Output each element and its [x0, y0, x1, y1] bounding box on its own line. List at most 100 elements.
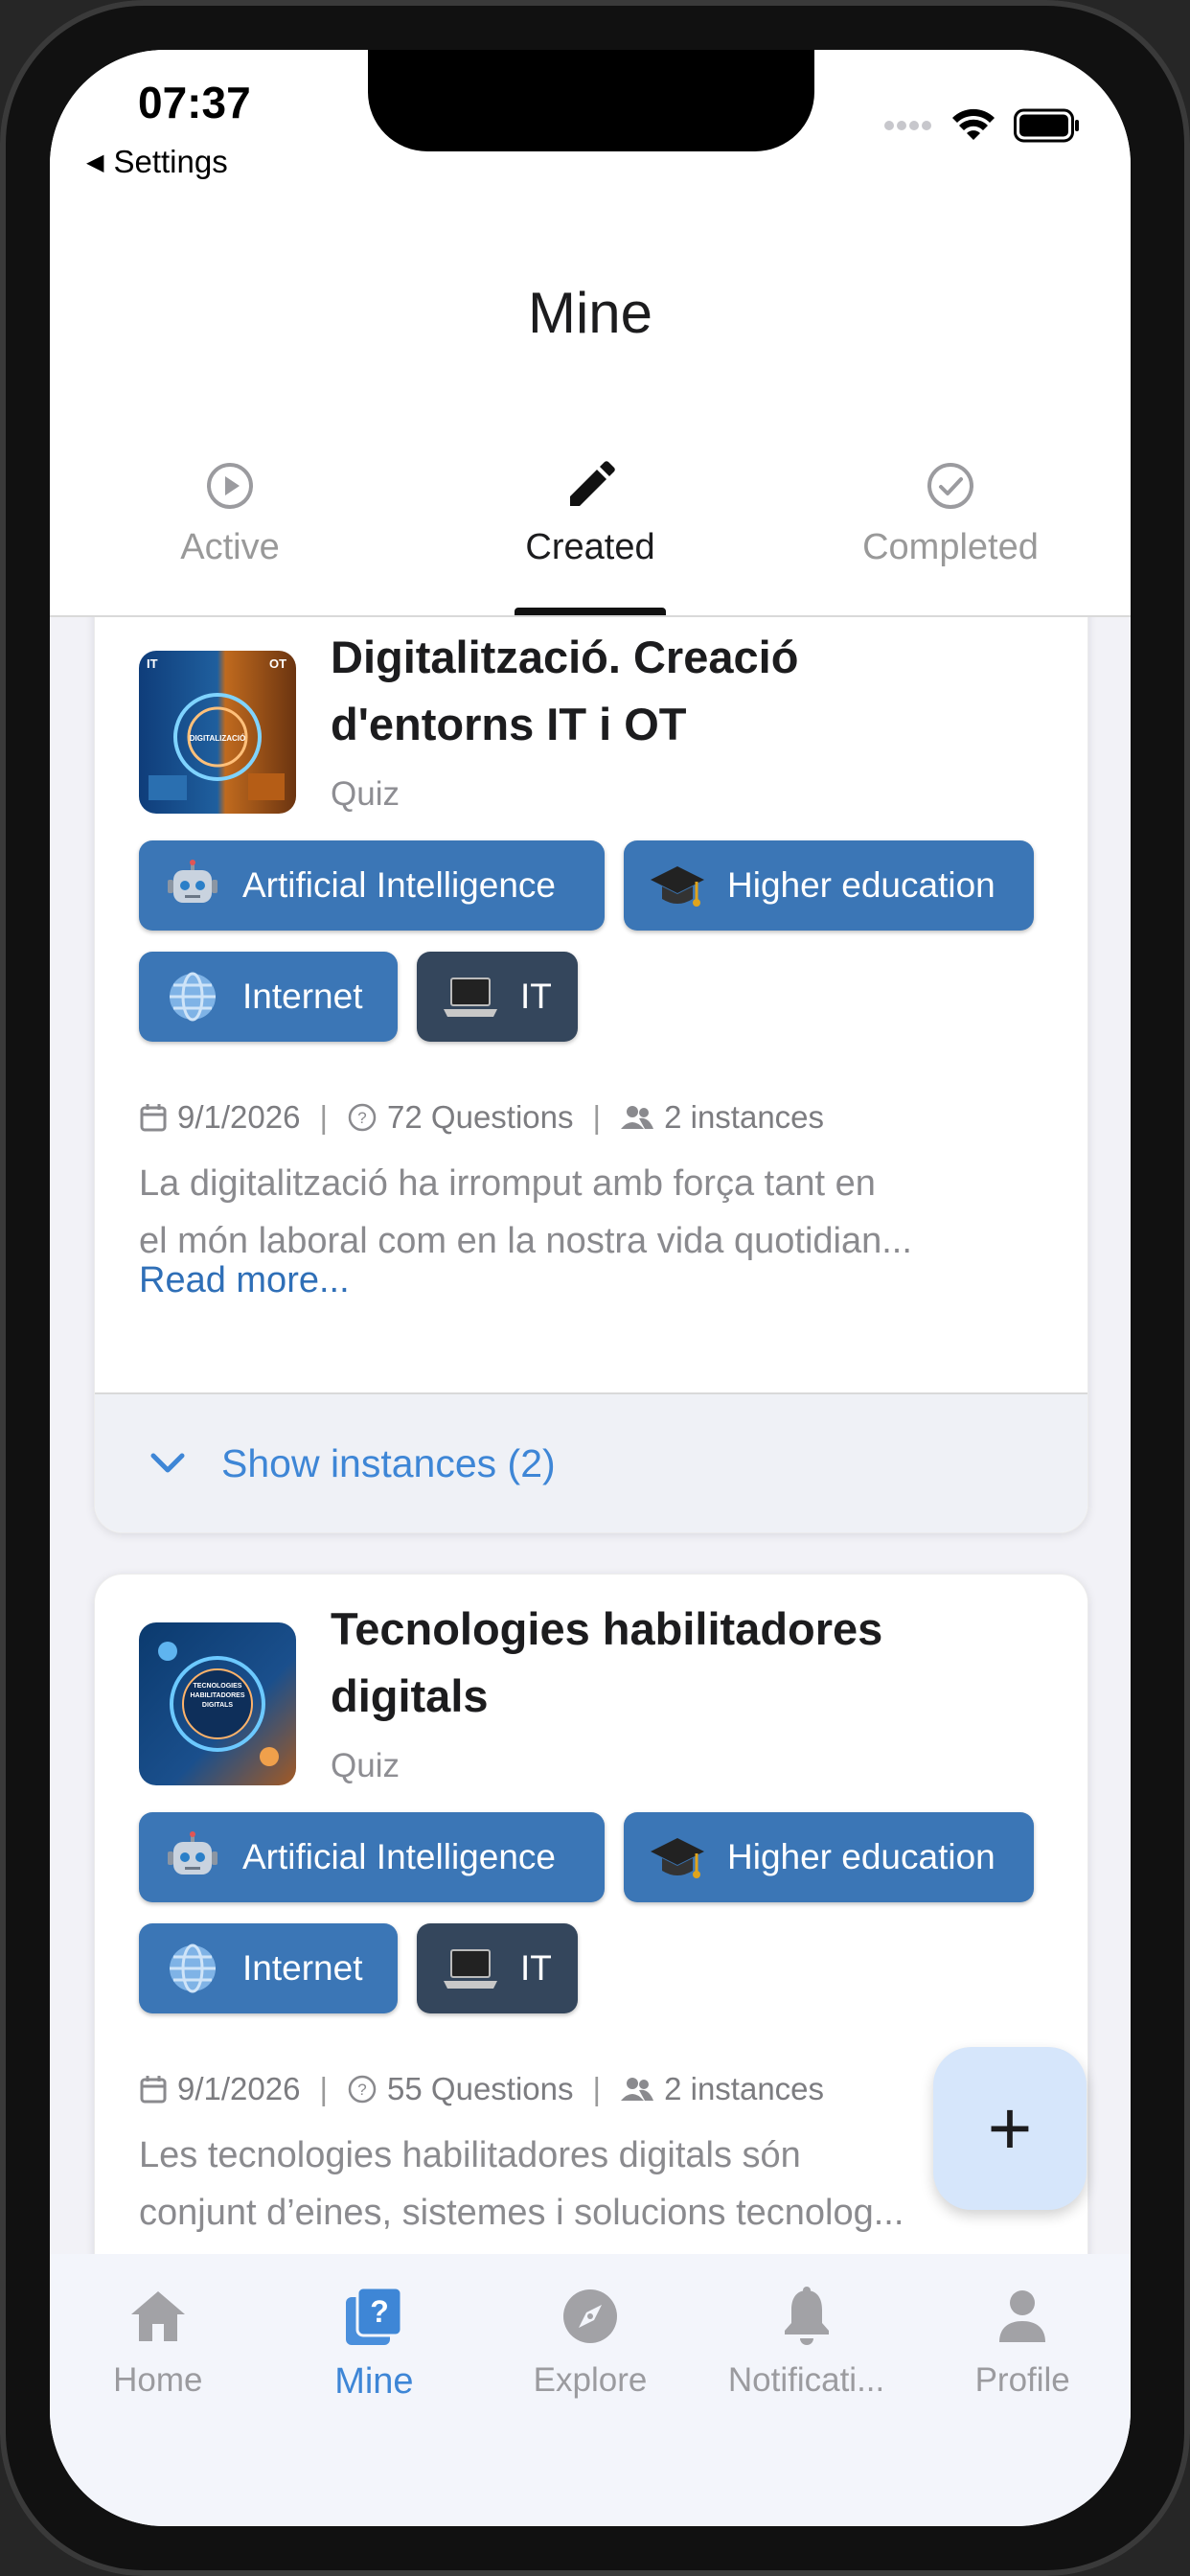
check-circle-icon [927, 463, 973, 509]
tag-label: IT [520, 1948, 552, 1988]
quiz-type: Quiz [331, 1747, 400, 1784]
people-icon [621, 1106, 654, 1129]
quiz-description: La digitalització ha irromput amb força … [139, 1155, 1049, 1270]
nav-home[interactable]: Home [50, 2254, 266, 2526]
nav-explore[interactable]: Explore [482, 2254, 698, 2526]
read-more-link[interactable]: Read more... [139, 1260, 350, 1301]
quiz-question-count: 72 Questions [387, 1099, 574, 1135]
tag-chip[interactable]: Artificial Intelligence [139, 1812, 605, 1902]
svg-text:?: ? [371, 2294, 390, 2329]
nav-notifications-label: Notificati... [727, 2361, 885, 2399]
thumb-it-text: IT [147, 656, 158, 671]
back-to-settings-link[interactable]: ◀ Settings [86, 144, 228, 180]
tag-label: Artificial Intelligence [242, 865, 556, 905]
tag-label: Higher education [727, 1837, 995, 1876]
svg-text:?: ? [357, 2081, 366, 2099]
show-instances-label: Show instances (2) [221, 1440, 556, 1485]
tab-created[interactable]: Created [410, 452, 770, 615]
tag-list: Artificial Intelligence Higher education… [139, 1812, 1078, 2027]
calendar-icon [140, 2076, 167, 2104]
battery-icon [1014, 108, 1079, 143]
tag-chip[interactable]: IT [417, 952, 578, 1042]
desc-line: Les tecnologies habilitadores digitals s… [139, 2135, 801, 2175]
wifi-icon [952, 108, 995, 140]
tag-label: Internet [242, 977, 363, 1016]
show-instances-button[interactable]: Show instances (2) [95, 1392, 1087, 1532]
calendar-icon [140, 1104, 167, 1132]
tag-label: Internet [242, 1948, 363, 1988]
quiz-title-line1: Digitalització. Creació [331, 632, 799, 682]
signal-dots-icon [884, 121, 931, 130]
tag-chip[interactable]: IT [417, 1923, 578, 2013]
quiz-card[interactable]: IT OT DIGITALIZACIÓ Digitalització. Crea… [94, 615, 1088, 1533]
quiz-type: Quiz [331, 775, 400, 813]
quiz-meta: 9/1/2026 | ? 55 Questions | 2 instances [139, 2071, 824, 2107]
globe-icon [164, 1940, 221, 1997]
tag-chip[interactable]: Internet [139, 1923, 398, 2013]
back-triangle-icon: ◀ [86, 149, 104, 175]
quiz-card[interactable]: TECNOLOGIES HABILITADORES DIGITALS Tecno… [94, 1574, 1088, 2304]
nav-mine[interactable]: ? Mine [266, 2254, 483, 2526]
quiz-title-line2: digitals [331, 1670, 489, 1721]
quiz-date: 9/1/2026 [177, 1099, 301, 1135]
quiz-thumbnail: TECNOLOGIES HABILITADORES DIGITALS [139, 1622, 296, 1785]
person-icon [999, 2290, 1046, 2342]
quiz-question-icon: ? [346, 2286, 403, 2345]
tag-list: Artificial Intelligence Higher education… [139, 840, 1078, 1055]
nav-profile-label: Profile [974, 2361, 1070, 2399]
desc-line: conjunt d’eines, sistemes i solucions te… [139, 2193, 904, 2233]
status-time: 07:37 [138, 78, 251, 127]
quiz-instance-count: 2 instances [664, 2071, 825, 2106]
nav-home-label: Home [113, 2361, 203, 2399]
add-quiz-fab[interactable]: + [933, 2047, 1087, 2210]
tab-completed[interactable]: Completed [770, 452, 1131, 615]
compass-icon [562, 2289, 617, 2343]
tab-active[interactable]: Active [50, 452, 410, 615]
nav-explore-label: Explore [533, 2361, 648, 2399]
tab-active-label: Active [180, 527, 280, 567]
play-circle-icon [207, 463, 253, 509]
nav-mine-label: Mine [334, 2361, 414, 2402]
tag-chip[interactable]: Artificial Intelligence [139, 840, 605, 931]
tag-label: Artificial Intelligence [242, 1837, 556, 1876]
home-icon [130, 2291, 185, 2341]
quiz-date: 9/1/2026 [177, 2071, 301, 2106]
back-settings-label: Settings [113, 144, 228, 179]
quiz-meta: 9/1/2026 | ? 72 Questions | 2 instances [139, 1099, 824, 1136]
graduation-cap-icon [649, 857, 706, 914]
tab-created-label: Created [525, 527, 655, 567]
question-circle-icon: ? [348, 1103, 377, 1132]
people-icon [621, 2078, 654, 2101]
quiz-title[interactable]: Digitalització. Creació d'entorns IT i O… [331, 624, 1059, 758]
globe-icon [164, 968, 221, 1025]
nav-notifications[interactable]: Notificati... [698, 2254, 915, 2526]
tab-completed-label: Completed [862, 527, 1039, 567]
tab-indicator [515, 608, 666, 615]
tag-chip[interactable]: Higher education [624, 1812, 1034, 1902]
chevron-down-icon [150, 1453, 185, 1473]
quiz-description: Les tecnologies habilitadores digitals s… [139, 2127, 1049, 2242]
robot-icon [164, 857, 221, 914]
quiz-title-line1: Tecnologies habilitadores [331, 1603, 883, 1654]
tag-chip[interactable]: Higher education [624, 840, 1034, 931]
status-icons [883, 107, 1081, 144]
pencil-icon [570, 461, 615, 506]
laptop-icon [442, 1940, 499, 1997]
bell-icon [784, 2287, 829, 2345]
plus-icon: + [987, 2085, 1033, 2171]
thumb-ot-text: OT [269, 656, 286, 671]
notch [368, 50, 814, 151]
desc-line: La digitalització ha irromput amb força … [139, 1163, 876, 1204]
laptop-icon [442, 968, 499, 1025]
header: Mine Active Created Completed [50, 194, 1131, 617]
thumb-center-text: DIGITALIZACIÓ [190, 734, 246, 743]
quiz-thumbnail: IT OT DIGITALIZACIÓ [139, 651, 296, 814]
quiz-instance-count: 2 instances [664, 1099, 825, 1135]
nav-profile[interactable]: Profile [914, 2254, 1131, 2526]
question-circle-icon: ? [348, 2075, 377, 2104]
phone-frame: 07:37 ◀ Settings Mine Active Created Com… [0, 0, 1190, 2576]
quiz-title[interactable]: Tecnologies habilitadores digitals [331, 1596, 1059, 1730]
tag-chip[interactable]: Internet [139, 952, 398, 1042]
graduation-cap-icon [649, 1828, 706, 1886]
screen: 07:37 ◀ Settings Mine Active Created Com… [50, 50, 1131, 2526]
